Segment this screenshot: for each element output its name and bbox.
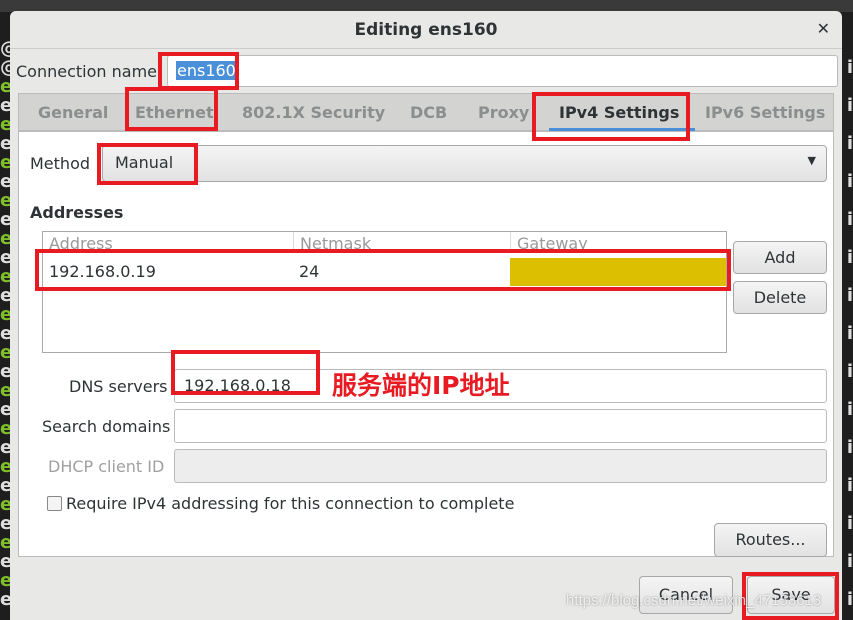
terminal-text: i [846, 513, 853, 534]
terminal-text: i [846, 171, 853, 192]
connection-name-value: ens160 [176, 61, 237, 80]
terminal-text: i [846, 247, 853, 268]
tab-bar: General Ethernet 802.1X Security DCB Pro… [18, 93, 834, 131]
addresses-table: Address Netmask Gateway 192.168.0.19 24 [42, 231, 727, 353]
terminal-text: i [846, 551, 853, 572]
search-domains-input[interactable] [174, 409, 827, 443]
search-domains-label: Search domains [42, 417, 171, 436]
address-cell[interactable]: 192.168.0.19 [49, 262, 156, 281]
addresses-heading: Addresses [30, 203, 124, 222]
terminal-text: i [846, 475, 853, 496]
ipv4-settings-panel: Method Manual ▼ Addresses Address Netmas… [18, 131, 834, 557]
method-value: Manual [115, 153, 174, 172]
netmask-cell[interactable]: 24 [299, 262, 319, 281]
column-address[interactable]: Address [49, 234, 113, 253]
terminal-text: i [846, 589, 853, 610]
edit-connection-dialog: Editing ens160 ✕ Connection name ens160 … [10, 11, 842, 620]
terminal-text: i [846, 361, 853, 382]
terminal-text: i [846, 285, 853, 306]
tab-ipv6-settings[interactable]: IPv6 Settings [705, 103, 825, 122]
close-icon[interactable]: ✕ [817, 19, 830, 38]
dns-servers-label: DNS servers [69, 377, 168, 396]
connection-name-input[interactable]: ens160 [167, 55, 838, 87]
dhcp-client-id-input [174, 449, 827, 483]
column-gateway[interactable]: Gateway [510, 232, 594, 253]
dns-servers-value: 192.168.0.18 [184, 376, 291, 395]
terminal-text: i [846, 57, 853, 78]
tab-dcb[interactable]: DCB [410, 103, 447, 122]
connection-name-label: Connection name [16, 62, 157, 81]
table-header: Address Netmask Gateway [43, 232, 726, 253]
dhcp-client-id-label: DHCP client ID [48, 457, 165, 476]
tab-general[interactable]: General [38, 103, 108, 122]
method-label: Method [30, 154, 91, 173]
terminal-text: i [846, 209, 853, 230]
terminal-text: i [846, 133, 853, 154]
method-dropdown[interactable]: Manual ▼ [102, 145, 827, 182]
dialog-title: Editing ens160 [10, 11, 842, 49]
terminal-text: i [846, 437, 853, 458]
terminal-text: i [846, 95, 853, 116]
require-ipv4-checkbox[interactable] [47, 496, 62, 511]
require-ipv4-label[interactable]: Require IPv4 addressing for this connect… [66, 494, 514, 513]
column-netmask[interactable]: Netmask [293, 232, 377, 253]
table-row[interactable]: 192.168.0.19 24 [43, 256, 726, 288]
tab-ethernet[interactable]: Ethernet [135, 103, 214, 122]
tab-ipv4-settings[interactable]: IPv4 Settings [559, 103, 679, 122]
delete-address-button[interactable]: Delete [733, 281, 827, 314]
terminal-text: i [846, 323, 853, 344]
tab-8021x-security[interactable]: 802.1X Security [242, 103, 385, 122]
annotation-server-ip: 服务端的IP地址 [332, 371, 510, 400]
tab-proxy[interactable]: Proxy [478, 103, 529, 122]
routes-button[interactable]: Routes... [714, 523, 827, 557]
watermark: https://blog.csdn.net/weixin_47153613 [566, 592, 822, 609]
terminal-text: i [846, 399, 853, 420]
add-address-button[interactable]: Add [733, 241, 827, 274]
chevron-down-icon: ▼ [807, 154, 816, 167]
gateway-cell[interactable] [510, 258, 726, 286]
